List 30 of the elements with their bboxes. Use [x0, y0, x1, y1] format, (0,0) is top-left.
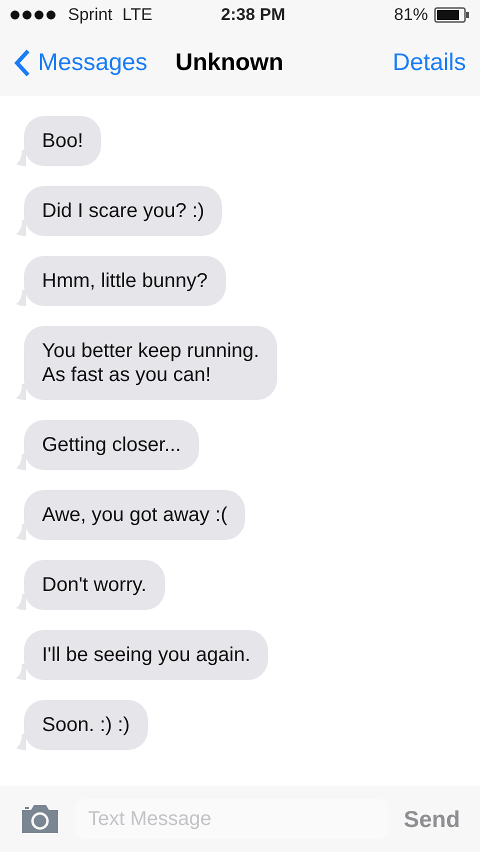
carrier-label: Sprint [68, 4, 112, 26]
bubble-tail-icon [16, 454, 26, 470]
signal-icon [10, 10, 56, 20]
bubble-tail-icon [16, 524, 26, 540]
details-button[interactable]: Details [392, 45, 466, 81]
bubble-tail-icon [16, 220, 26, 236]
camera-icon[interactable] [20, 804, 60, 834]
message-bubble: Getting closer... [24, 420, 199, 470]
bubble-tail-icon [16, 384, 26, 400]
send-button[interactable]: Send [404, 802, 460, 836]
message-bubble: Awe, you got away :( [24, 490, 246, 540]
bubble-tail-icon [16, 594, 26, 610]
battery-icon [434, 7, 470, 23]
message-bubble: I'll be seeing you again. [24, 630, 268, 680]
message-bubble: Boo! [24, 116, 102, 166]
back-button[interactable]: Messages [12, 45, 148, 81]
message-bubble: Don't worry. [24, 560, 165, 610]
bubble-tail-icon [16, 290, 26, 306]
message-bubble: Hmm, little bunny? [24, 256, 226, 306]
clock: 2:38 PM [221, 4, 286, 26]
bubble-tail-icon [16, 150, 26, 166]
network-label: LTE [122, 4, 152, 26]
conversation-title: Unknown [175, 48, 284, 78]
message-bubble: Soon. :) :) [24, 700, 148, 750]
chevron-left-icon [12, 48, 32, 78]
battery-percent: 81% [394, 4, 428, 26]
bubble-tail-icon [16, 734, 26, 750]
message-bubble: You better keep running. As fast as you can! [24, 326, 278, 400]
bubble-tail-icon [16, 664, 26, 680]
message-bubble: Did I scare you? :) [24, 186, 222, 236]
